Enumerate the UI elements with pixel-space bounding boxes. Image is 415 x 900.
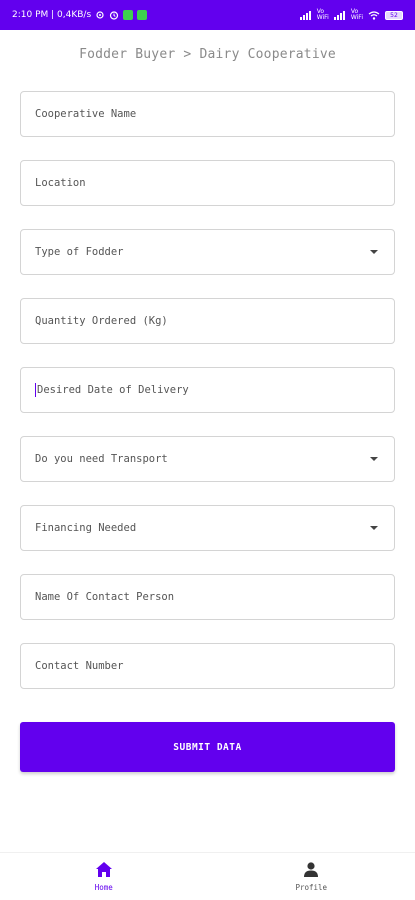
person-icon bbox=[304, 861, 319, 879]
transport-needed-dropdown[interactable]: Do you need Transport bbox=[20, 436, 395, 482]
field-placeholder: Quantity Ordered (Kg) bbox=[35, 315, 168, 327]
field-placeholder: Desired Date of Delivery bbox=[37, 384, 189, 396]
dropdown-arrow-icon bbox=[370, 526, 378, 530]
field-placeholder: Contact Number bbox=[35, 660, 124, 672]
location-field[interactable]: Location bbox=[20, 160, 395, 206]
app-notification-icon bbox=[123, 10, 134, 20]
status-right: Vo WiFi Vo WiFi 52 bbox=[299, 8, 403, 21]
contact-number-field[interactable]: Contact Number bbox=[20, 643, 395, 689]
field-placeholder: Do you need Transport bbox=[35, 453, 168, 465]
field-placeholder: Cooperative Name bbox=[35, 108, 137, 120]
nav-label-profile: Profile bbox=[295, 882, 328, 892]
cooperative-name-field[interactable]: Cooperative Name bbox=[20, 91, 395, 137]
field-placeholder: Type of Fodder bbox=[35, 246, 124, 258]
wifi-icon bbox=[368, 10, 380, 20]
desired-delivery-date-field[interactable]: Desired Date of Delivery bbox=[20, 367, 395, 413]
field-placeholder: Name Of Contact Person bbox=[35, 591, 175, 603]
home-icon bbox=[95, 861, 112, 879]
settings-notification-icon bbox=[95, 10, 105, 20]
field-placeholder: Location bbox=[35, 177, 86, 189]
status-time-network: 2:10 PM | 0,4KB/s bbox=[12, 10, 92, 20]
nav-label-home: Home bbox=[94, 882, 113, 892]
vowifi-label-2: Vo WiFi bbox=[350, 8, 363, 21]
signal-icon-2 bbox=[333, 10, 346, 20]
bottom-navigation: Home Profile bbox=[0, 852, 415, 900]
quantity-ordered-field[interactable]: Quantity Ordered (Kg) bbox=[20, 298, 395, 344]
nav-item-home[interactable]: Home bbox=[0, 853, 208, 900]
status-bar: 2:10 PM | 0,4KB/s Vo WiFi Vo WiFi 52 bbox=[0, 0, 415, 30]
submit-data-button[interactable]: SUBMIT DATA bbox=[20, 722, 395, 772]
nav-item-profile[interactable]: Profile bbox=[208, 853, 415, 900]
dropdown-arrow-icon bbox=[370, 250, 378, 254]
signal-icon bbox=[299, 10, 312, 20]
battery-icon: 52 bbox=[385, 10, 403, 20]
whatsapp-notification-icon bbox=[137, 10, 148, 20]
alarm-notification-icon bbox=[109, 10, 119, 20]
text-cursor bbox=[35, 383, 36, 397]
page-title: Fodder Buyer > Dairy Cooperative bbox=[79, 47, 336, 62]
contact-person-field[interactable]: Name Of Contact Person bbox=[20, 574, 395, 620]
type-of-fodder-dropdown[interactable]: Type of Fodder bbox=[20, 229, 395, 275]
vowifi-label-1: Vo WiFi bbox=[316, 8, 329, 21]
field-placeholder: Financing Needed bbox=[35, 522, 137, 534]
dropdown-arrow-icon bbox=[370, 457, 378, 461]
status-left: 2:10 PM | 0,4KB/s bbox=[12, 10, 148, 20]
financing-needed-dropdown[interactable]: Financing Needed bbox=[20, 505, 395, 551]
